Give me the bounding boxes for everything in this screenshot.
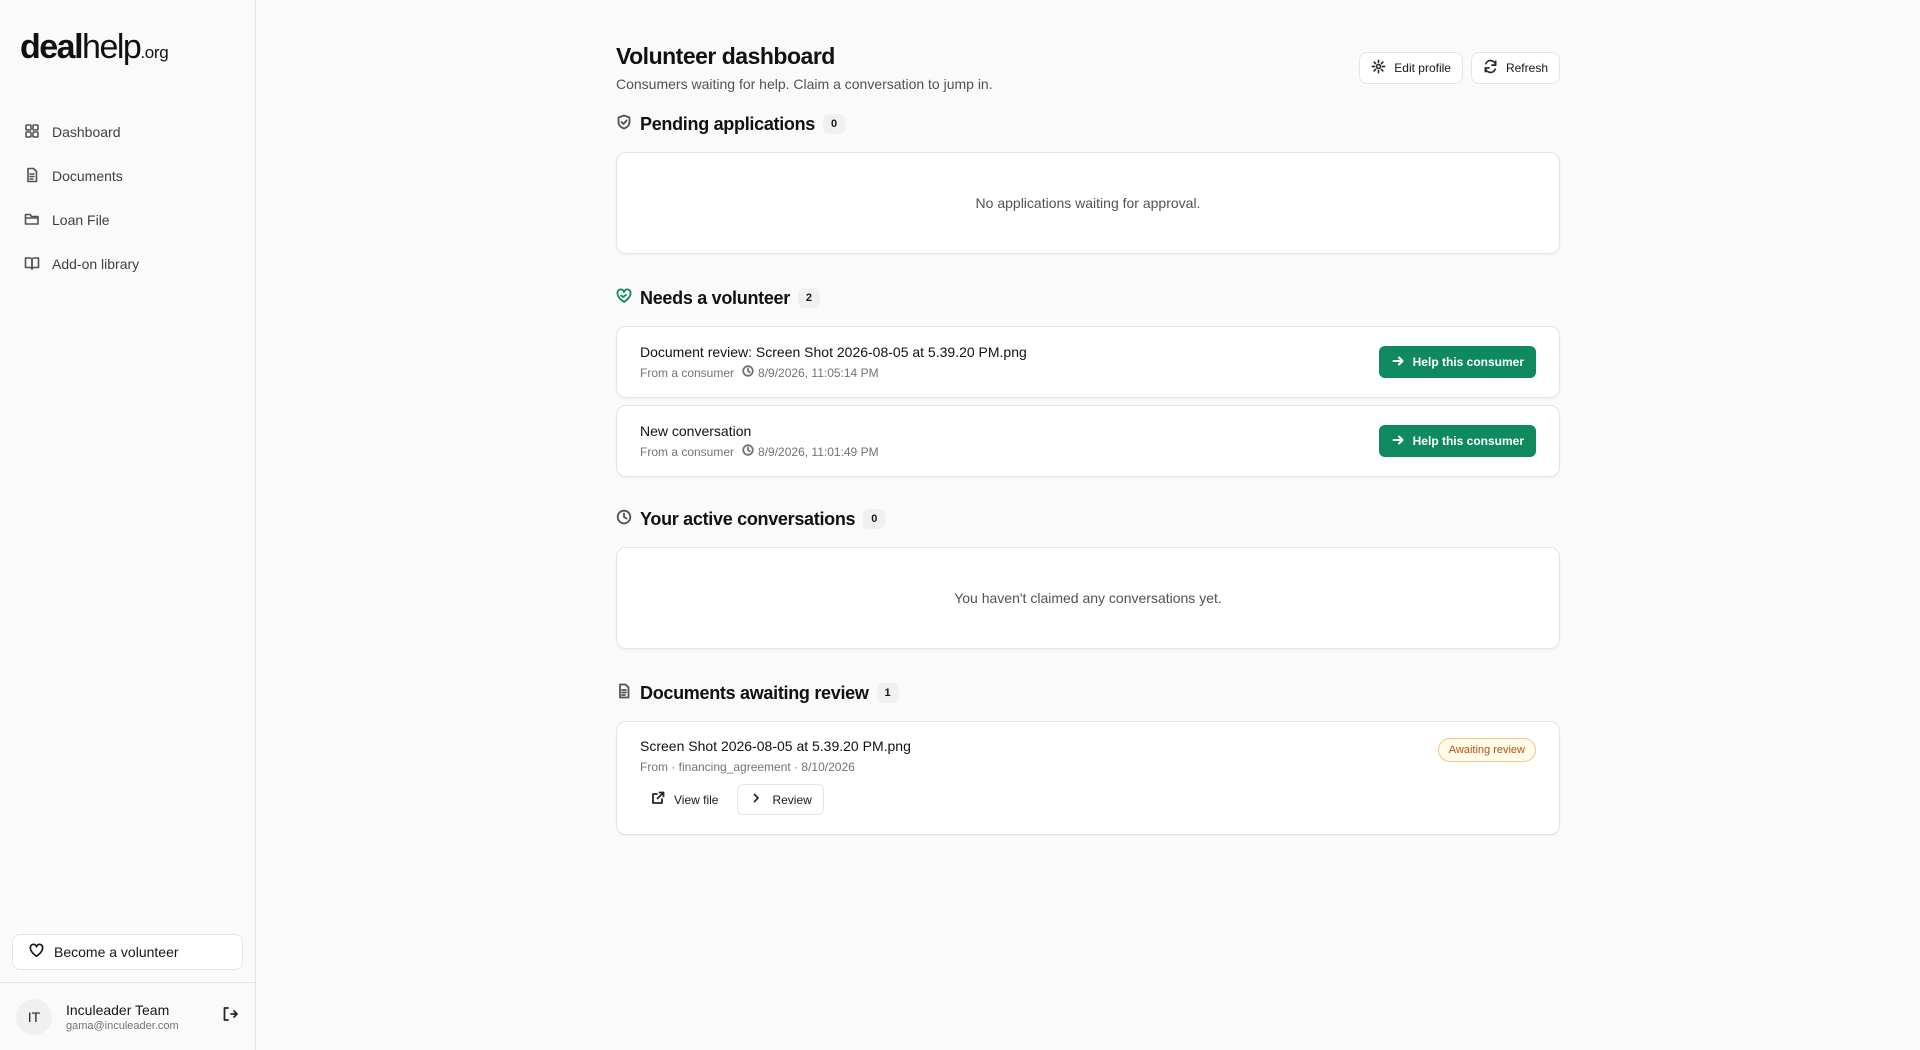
brand-logo[interactable]: dealhelp.org [0, 0, 255, 100]
sidebar: dealhelp.org Dashboard Documents Loan Fi… [0, 0, 256, 1050]
refresh-label: Refresh [1505, 61, 1548, 75]
sidebar-item-documents[interactable]: Documents [12, 158, 243, 194]
section-title: Documents awaiting review [640, 682, 869, 703]
item-meta: From a consumer 8/9/2026, 11:05:14 PM [640, 365, 1027, 380]
become-volunteer-button[interactable]: Become a volunteer [12, 934, 243, 970]
status-badge: Awaiting review [1437, 738, 1536, 762]
heart-icon [29, 943, 44, 961]
help-consumer-label: Help this consumer [1412, 434, 1524, 448]
item-title: New conversation [640, 423, 752, 439]
empty-state-card: No applications waiting for approval. [616, 152, 1560, 254]
needs-volunteer-section: Needs a volunteer 2 Document review: Scr… [616, 280, 1560, 477]
active-conversations-section: Your active conversations 0 You haven't … [616, 501, 1560, 649]
file-icon [24, 167, 40, 186]
view-file-button[interactable]: View file [640, 784, 729, 815]
list-item-content: Document review: Screen Shot 2026-08-05 … [640, 344, 1027, 380]
document-title: Screen Shot 2026-08-05 at 5.39.20 PM.png [640, 738, 911, 754]
brand-part-help: help [82, 28, 142, 66]
gear-icon [1371, 59, 1386, 77]
user-email: gama@inculeader.com [66, 1019, 179, 1032]
user-name: Inculeader Team [66, 1001, 170, 1018]
sidebar-nav: Dashboard Documents Loan File Add-on lib… [0, 100, 255, 290]
logout-icon[interactable] [221, 1005, 239, 1028]
section-header: Your active conversations 0 [616, 501, 1560, 537]
item-timestamp: 8/9/2026, 11:01:49 PM [758, 444, 879, 459]
sidebar-item-label: Documents [52, 168, 123, 184]
section-title: Needs a volunteer [640, 287, 790, 308]
list-item: Document review: Screen Shot 2026-08-05 … [616, 326, 1560, 398]
book-icon [24, 255, 40, 274]
pending-applications-section: Pending applications 0 No applications w… [616, 106, 1560, 254]
sidebar-item-label: Loan File [52, 212, 110, 228]
item-title: Document review: Screen Shot 2026-08-05 … [640, 344, 1027, 360]
item-source: From a consumer [640, 365, 735, 380]
document-actions: View file Review [640, 784, 1536, 815]
review-button[interactable]: Review [737, 784, 824, 815]
item-timestamp: 8/9/2026, 11:05:14 PM [758, 365, 879, 380]
empty-state-text: You haven't claimed any conversations ye… [954, 590, 1222, 606]
sidebar-item-loan-file[interactable]: Loan File [12, 202, 243, 238]
section-header: Pending applications 0 [616, 106, 1560, 142]
sidebar-item-dashboard[interactable]: Dashboard [12, 114, 243, 150]
empty-state-card: You haven't claimed any conversations ye… [616, 547, 1560, 649]
avatar[interactable]: IT [16, 998, 52, 1035]
grid-icon [24, 123, 40, 142]
help-consumer-button[interactable]: Help this consumer [1378, 346, 1536, 378]
edit-profile-label: Edit profile [1394, 61, 1451, 75]
brand-part-org: .org [140, 43, 169, 62]
sidebar-item-label: Dashboard [52, 124, 121, 140]
main-content: Volunteer dashboard Consumers waiting fo… [616, 0, 1560, 851]
count-badge: 0 [863, 509, 886, 529]
section-title: Pending applications [640, 113, 816, 134]
sidebar-item-add-on-library[interactable]: Add-on library [12, 246, 243, 282]
arrow-right-icon [1391, 433, 1405, 450]
page-header: Volunteer dashboard Consumers waiting fo… [616, 0, 1560, 106]
refresh-button[interactable]: Refresh [1470, 52, 1560, 84]
user-info: Inculeader Team gama@inculeader.com [66, 1002, 207, 1032]
clock-icon [742, 365, 754, 380]
count-badge: 0 [823, 114, 846, 134]
section-header: Needs a volunteer 2 [616, 280, 1560, 316]
count-badge: 1 [876, 683, 899, 703]
section-header: Documents awaiting review 1 [616, 675, 1560, 711]
count-badge: 2 [797, 288, 820, 308]
empty-state-text: No applications waiting for approval. [975, 195, 1201, 211]
clock-icon [742, 444, 754, 459]
list-item: New conversation From a consumer 8/9/202… [616, 405, 1560, 477]
refresh-icon [1483, 59, 1498, 77]
folder-icon [24, 211, 40, 230]
item-meta: From a consumer 8/9/2026, 11:01:49 PM [640, 444, 879, 459]
help-consumer-button[interactable]: Help this consumer [1378, 425, 1536, 457]
header-actions: Edit profile Refresh [1359, 52, 1560, 84]
view-file-label: View file [674, 792, 719, 807]
file-text-icon [616, 683, 632, 704]
arrow-right-icon [1391, 354, 1405, 371]
document-card: Screen Shot 2026-08-05 at 5.39.20 PM.png… [616, 721, 1560, 835]
edit-profile-button[interactable]: Edit profile [1359, 52, 1463, 84]
sidebar-item-label: Add-on library [52, 256, 140, 272]
item-source: From a consumer [640, 444, 735, 459]
heart-handshake-icon [616, 288, 632, 309]
chevron-right-icon [749, 791, 763, 808]
review-label: Review [772, 792, 812, 807]
section-title: Your active conversations [640, 508, 856, 529]
list-item-content: New conversation From a consumer 8/9/202… [640, 423, 879, 459]
brand-part-deal: deal [20, 28, 84, 66]
become-volunteer-label: Become a volunteer [54, 944, 179, 960]
document-meta: From · financing_agreement · 8/10/2026 [640, 760, 855, 774]
help-consumer-label: Help this consumer [1412, 355, 1524, 369]
shield-check-icon [616, 114, 632, 135]
user-profile: IT Inculeader Team gama@inculeader.com [0, 982, 255, 1050]
documents-review-section: Documents awaiting review 1 Screen Shot … [616, 675, 1560, 835]
clock-icon [616, 509, 632, 530]
external-link-icon [651, 791, 665, 808]
